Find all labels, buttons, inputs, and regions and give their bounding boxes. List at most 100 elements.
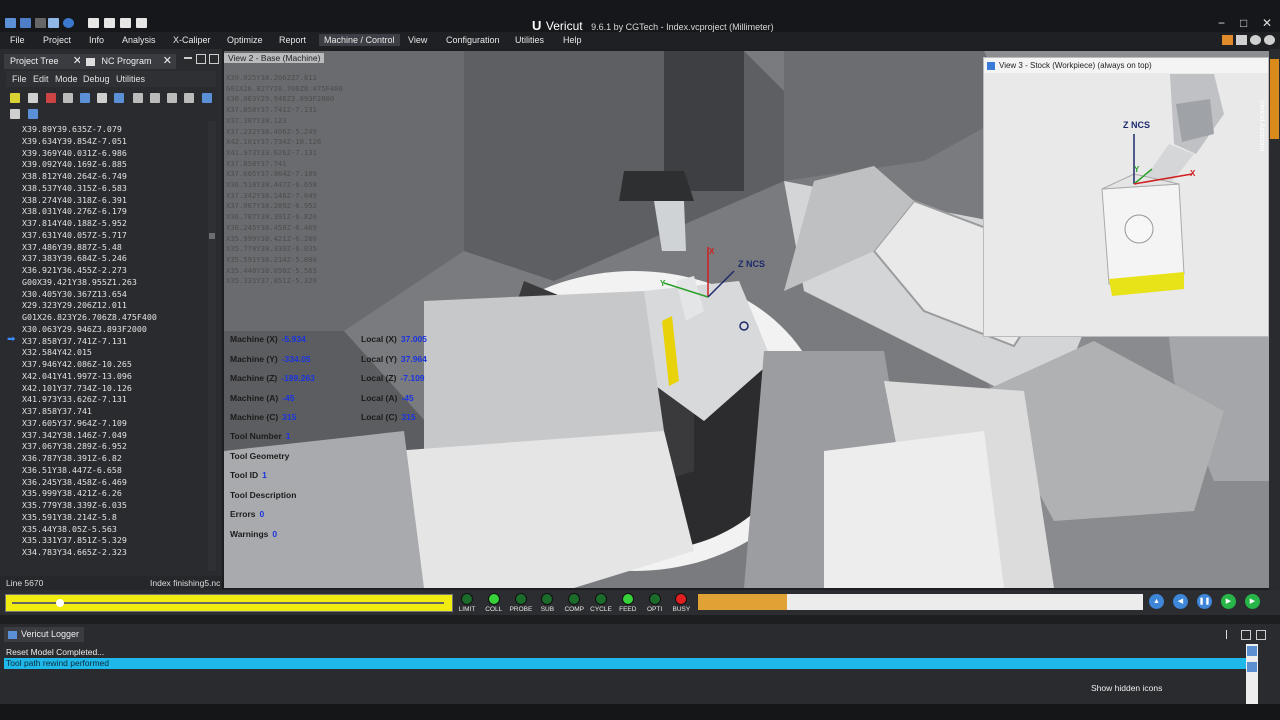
nc-line[interactable]: X38.812Y40.264Z-6.749: [22, 171, 127, 181]
menu-x-caliper[interactable]: X-Caliper: [173, 35, 211, 45]
nc-line[interactable]: X42.041Y41.997Z-13.096: [22, 371, 132, 381]
menu-project[interactable]: Project: [43, 35, 71, 45]
play-to-start-button[interactable]: ◀: [1173, 594, 1188, 609]
nc-line[interactable]: X42.101Y37.734Z-10.126: [22, 383, 132, 393]
nc-line[interactable]: X34.783Y34.665Z-2.323: [22, 547, 127, 557]
play-button[interactable]: ▶: [1245, 594, 1260, 609]
nc-line[interactable]: X38.274Y40.318Z-6.391: [22, 195, 127, 205]
nc-line[interactable]: X35.44Y38.05Z-5.563: [22, 524, 117, 534]
nc-line[interactable]: X37.605Y37.964Z-7.109: [22, 418, 127, 428]
nc-menu-file[interactable]: File: [12, 74, 27, 84]
logger-scrollbar[interactable]: [1246, 644, 1258, 704]
nc-line[interactable]: X36.921Y36.455Z-2.273: [22, 265, 127, 275]
led-coll[interactable]: COLL: [483, 593, 505, 613]
maximize-panel-icon[interactable]: [209, 54, 219, 64]
menu-info[interactable]: Info: [89, 35, 104, 45]
menu-configuration[interactable]: Configuration: [446, 35, 500, 45]
save-icon[interactable]: [28, 109, 38, 119]
float-icon[interactable]: [196, 54, 206, 64]
float-icon[interactable]: [1241, 630, 1251, 640]
toolbar-icon[interactable]: [1222, 35, 1233, 45]
tool-manager-icon[interactable]: [48, 18, 59, 28]
nc-line[interactable]: X39.89Y39.635Z-7.079: [22, 124, 122, 134]
nc-program-list[interactable]: X39.89Y39.635Z-7.079 X39.634Y39.854Z-7.05…: [4, 121, 216, 571]
nc-line[interactable]: X36.51Y38.447Z-6.658: [22, 465, 122, 475]
nc-line[interactable]: X39.092Y40.169Z-6.885: [22, 159, 127, 169]
delete-icon[interactable]: [46, 93, 56, 103]
nc-line[interactable]: X37.946Y42.086Z-10.265: [22, 359, 132, 369]
show-hidden-icons-label[interactable]: Show hidden icons: [1091, 683, 1162, 693]
checkmark-icon[interactable]: [1247, 662, 1257, 672]
menu-optimize[interactable]: Optimize: [227, 35, 263, 45]
nc-scroll-thumb[interactable]: [209, 233, 215, 239]
nc-line[interactable]: X37.383Y39.684Z-5.246: [22, 253, 127, 263]
nc-line[interactable]: X39.369Y40.031Z-6.986: [22, 148, 127, 158]
search-icon[interactable]: [1236, 35, 1247, 45]
pause-button[interactable]: ❚❚: [1197, 594, 1212, 609]
nc-menu-mode[interactable]: Mode: [55, 74, 78, 84]
dropdown-icon[interactable]: [35, 18, 46, 28]
menu-analysis[interactable]: Analysis: [122, 35, 156, 45]
maximize-panel-icon[interactable]: [1256, 630, 1266, 640]
save-icon[interactable]: [5, 18, 16, 28]
check-icon[interactable]: [10, 93, 20, 103]
view-icon[interactable]: [202, 93, 212, 103]
nc-line[interactable]: X35.591Y38.214Z-5.8: [22, 512, 117, 522]
animation-speed-slider[interactable]: [5, 594, 453, 612]
nc-line[interactable]: X35.999Y38.421Z-6.26: [22, 488, 122, 498]
tab-nc-program[interactable]: NC Program ✕: [80, 54, 176, 69]
nc-line[interactable]: X37.858Y37.741Z-7.131: [22, 336, 127, 346]
nc-line[interactable]: G01X26.823Y26.706Z8.475F400: [22, 312, 157, 322]
single-step-button[interactable]: ▶: [1221, 594, 1236, 609]
nc-line[interactable]: X36.245Y38.458Z-6.469: [22, 477, 127, 487]
reset-model-button[interactable]: ▲: [1149, 594, 1164, 609]
menu-utilities[interactable]: Utilities: [515, 35, 544, 45]
layout-icon[interactable]: [88, 18, 99, 28]
led-feed[interactable]: FEED: [617, 593, 639, 613]
nc-line[interactable]: G00X39.421Y38.955Z1.263: [22, 277, 137, 287]
led-opti[interactable]: OPTI: [644, 593, 666, 613]
scroll-up-icon[interactable]: [1247, 646, 1257, 656]
menu-help[interactable]: Help: [563, 35, 582, 45]
menu-report[interactable]: Report: [279, 35, 306, 45]
layout-3-icon[interactable]: [120, 18, 131, 28]
nc-line[interactable]: X35.331Y37.851Z-5.329: [22, 535, 127, 545]
undo-icon[interactable]: [80, 93, 90, 103]
layout-2-icon[interactable]: [104, 18, 115, 28]
open-icon[interactable]: [20, 18, 31, 28]
nc-line[interactable]: X38.031Y40.276Z-6.179: [22, 206, 127, 216]
nc-line[interactable]: X32.584Y42.015: [22, 347, 92, 357]
gear-icon[interactable]: [1264, 35, 1275, 45]
menu-file[interactable]: File: [10, 35, 25, 45]
led-sub[interactable]: SUB: [536, 593, 558, 613]
message-icon[interactable]: [150, 93, 160, 103]
copy-icon[interactable]: [167, 93, 177, 103]
help-icon[interactable]: [1250, 35, 1261, 45]
nc-line[interactable]: X29.323Y29.206Z12.011: [22, 300, 127, 310]
menu-view[interactable]: View: [408, 35, 427, 45]
grid-icon[interactable]: [63, 93, 73, 103]
info-icon[interactable]: [63, 18, 74, 28]
inset-view[interactable]: View 3 - Stock (Workpiece) (always on to…: [983, 57, 1269, 337]
nc-scrollbar[interactable]: [208, 121, 216, 571]
print-icon[interactable]: [97, 93, 107, 103]
close-icon[interactable]: ✕: [1262, 16, 1272, 30]
nc-line[interactable]: X37.814Y40.188Z-5.952: [22, 218, 127, 228]
nc-line[interactable]: X37.486Y39.887Z-5.48: [22, 242, 122, 252]
nc-line[interactable]: X39.634Y39.854Z-7.051: [22, 136, 127, 146]
layout-4-icon[interactable]: [136, 18, 147, 28]
logger-menu-icon[interactable]: [1226, 630, 1227, 639]
menu-machine-control[interactable]: Machine / Control: [319, 34, 400, 46]
paste-icon[interactable]: [184, 93, 194, 103]
nc-line[interactable]: X37.631Y40.057Z-5.717: [22, 230, 127, 240]
maximize-icon[interactable]: □: [1240, 16, 1247, 30]
logger-tab[interactable]: Vericut Logger: [4, 627, 84, 642]
nc-line[interactable]: X30.063Y29.946Z3.893F2000: [22, 324, 147, 334]
log-message-highlighted[interactable]: Tool path rewind performed: [4, 658, 1246, 669]
settings-icon[interactable]: [10, 109, 20, 119]
led-busy[interactable]: BUSY: [670, 593, 692, 613]
nc-line[interactable]: X35.779Y38.339Z-6.035: [22, 500, 127, 510]
minimize-icon[interactable]: −: [1218, 16, 1225, 30]
nc-line[interactable]: X37.067Y38.289Z-6.952: [22, 441, 127, 451]
nc-line[interactable]: X37.858Y37.741: [22, 406, 92, 416]
